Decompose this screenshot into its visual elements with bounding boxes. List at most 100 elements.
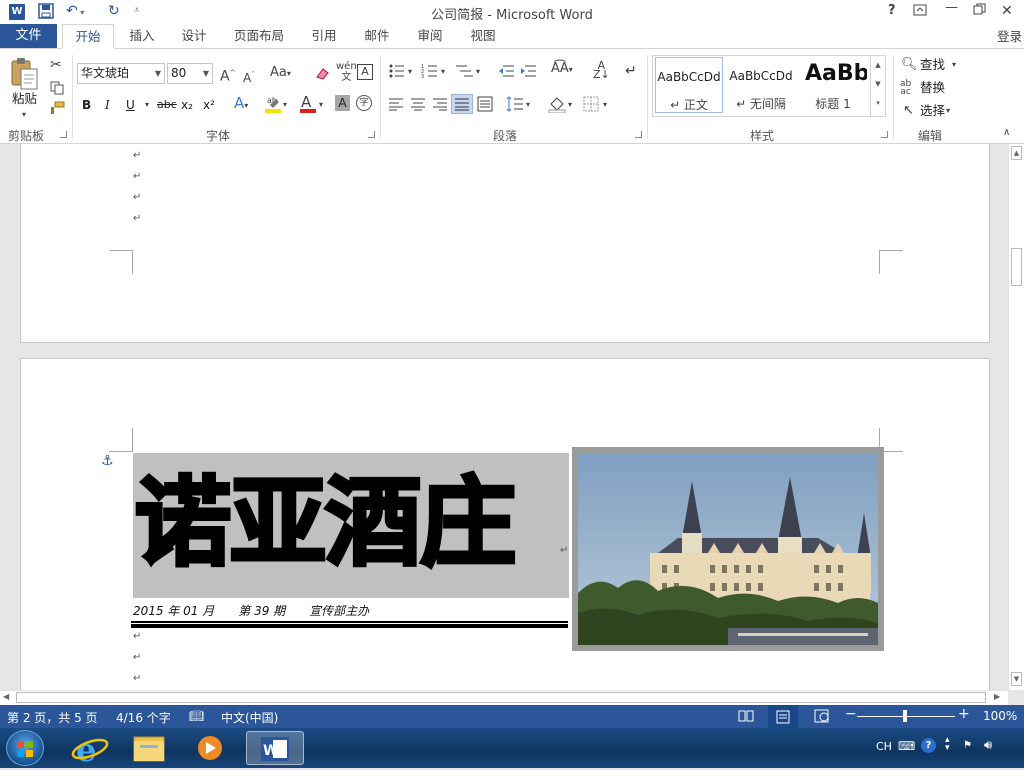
tab-file[interactable]: 文件: [0, 24, 57, 49]
bold-button[interactable]: B: [82, 97, 91, 113]
find-icon[interactable]: 🔍︎: [901, 57, 918, 73]
line-spacing-icon[interactable]: ▾: [506, 95, 532, 117]
ribbon-display-options-icon[interactable]: [913, 3, 927, 21]
style-heading-1[interactable]: AaBb 标题 1: [799, 57, 867, 113]
word-count[interactable]: 4/16 个字: [116, 709, 171, 726]
multilevel-list-icon[interactable]: ▾: [455, 63, 483, 83]
select-button[interactable]: 选择: [920, 103, 945, 119]
font-launcher-icon[interactable]: [368, 131, 375, 138]
subscript-button[interactable]: x₂: [181, 97, 193, 113]
tab-mailings[interactable]: 邮件: [357, 24, 397, 49]
paste-button[interactable]: 粘贴: [12, 91, 37, 107]
issue-line[interactable]: 2015 年 01 月 第 39 期 宣传部主办: [133, 602, 369, 619]
vertical-scrollbar[interactable]: ▲ ▼: [1008, 144, 1024, 690]
page-count[interactable]: 第 2 页，共 5 页: [7, 709, 98, 726]
change-case-icon[interactable]: Aa▾: [270, 65, 291, 82]
strikethrough-button[interactable]: abc: [157, 97, 177, 113]
scroll-down-icon[interactable]: ▼: [1011, 672, 1022, 686]
restore-button[interactable]: [973, 3, 986, 20]
help-tray-icon[interactable]: ?: [921, 738, 936, 753]
file-explorer-icon[interactable]: [122, 731, 178, 765]
scroll-left-icon[interactable]: ◀: [3, 692, 9, 701]
ime-indicator[interactable]: CH: [876, 740, 892, 753]
find-dropdown-icon[interactable]: ▾: [952, 57, 956, 73]
highlight-icon[interactable]: ab ▾: [264, 93, 290, 117]
shrink-font-icon[interactable]: Aˇ: [243, 67, 255, 86]
font-color-icon[interactable]: A ▾: [299, 93, 327, 117]
minimize-button[interactable]: —: [945, 0, 958, 15]
keyboard-icon[interactable]: ⌨: [898, 739, 915, 753]
language-indicator[interactable]: 中文(中国): [221, 709, 278, 726]
format-painter-icon[interactable]: [49, 101, 65, 119]
anchor-icon[interactable]: ⚓︎: [101, 453, 114, 469]
grow-font-icon[interactable]: A^: [220, 65, 235, 85]
zoom-in-icon[interactable]: +: [958, 706, 970, 722]
collapse-ribbon-icon[interactable]: ∧: [1003, 125, 1010, 141]
underline-button[interactable]: U: [126, 97, 135, 113]
align-right-icon[interactable]: [432, 97, 448, 115]
increase-indent-icon[interactable]: [519, 63, 537, 83]
scroll-up-icon[interactable]: ▲: [1011, 146, 1022, 160]
superscript-button[interactable]: x²: [203, 97, 215, 113]
chateau-picture[interactable]: [572, 447, 884, 651]
clipboard-launcher-icon[interactable]: [60, 131, 67, 138]
cut-icon[interactable]: ✂: [50, 57, 62, 73]
tab-review[interactable]: 审阅: [410, 24, 450, 49]
word-taskbar-icon[interactable]: W: [246, 731, 304, 765]
sign-in-link[interactable]: 登录: [997, 26, 1022, 45]
zoom-out-icon[interactable]: −: [845, 706, 857, 722]
tab-home[interactable]: 开始: [62, 24, 114, 49]
align-center-icon[interactable]: [410, 97, 426, 115]
replace-button[interactable]: 替换: [920, 80, 945, 96]
web-layout-icon[interactable]: [814, 708, 830, 727]
show-hide-marks-icon[interactable]: ↵: [625, 63, 637, 79]
scroll-thumb[interactable]: [1011, 248, 1022, 286]
select-dropdown-icon[interactable]: ▾: [946, 103, 950, 119]
clear-formatting-icon[interactable]: [314, 65, 330, 85]
justify-icon[interactable]: [451, 94, 473, 114]
replace-icon[interactable]: ab ac: [900, 80, 911, 97]
paste-icon[interactable]: [10, 57, 40, 93]
align-left-icon[interactable]: [388, 97, 404, 115]
shading-icon[interactable]: ▾: [548, 95, 574, 117]
numbering-icon[interactable]: 1 2 3 ▾: [421, 63, 449, 83]
borders-icon[interactable]: ▾: [583, 95, 611, 117]
phonetic-guide-icon[interactable]: wén 文: [336, 61, 357, 83]
tab-design[interactable]: 设计: [174, 24, 214, 49]
tab-insert[interactable]: 插入: [122, 24, 162, 49]
distributed-icon[interactable]: [477, 96, 493, 116]
tab-page-layout[interactable]: 页面布局: [228, 24, 290, 49]
help-button[interactable]: ?: [888, 3, 896, 18]
underline-dropdown-icon[interactable]: ▾: [145, 97, 149, 113]
zoom-slider-thumb[interactable]: [903, 710, 907, 722]
read-mode-icon[interactable]: [738, 708, 754, 727]
asian-layout-icon[interactable]: A͡A▾: [551, 61, 573, 78]
bullets-icon[interactable]: ▾: [388, 63, 416, 83]
enclose-characters-icon[interactable]: 字: [356, 95, 372, 111]
style-normal[interactable]: AaBbCcDd ↵ 正文: [655, 57, 723, 113]
tray-expand-icon[interactable]: ▴ ▾: [945, 736, 950, 753]
select-cursor-icon[interactable]: ↖: [903, 103, 914, 119]
proofing-icon[interactable]: 📖︎: [189, 709, 204, 723]
flag-icon[interactable]: ⚑: [963, 740, 972, 751]
page-1[interactable]: ↵ ↵ ↵ ↵: [20, 144, 990, 343]
decrease-indent-icon[interactable]: [497, 63, 515, 83]
tab-view[interactable]: 视图: [463, 24, 503, 49]
zoom-level[interactable]: 100%: [983, 709, 1017, 723]
text-effects-icon[interactable]: A▾: [234, 95, 248, 114]
sort-icon[interactable]: A Z↓: [593, 60, 610, 80]
styles-scroll[interactable]: ▲ ▼ ▾: [870, 56, 885, 116]
internet-explorer-icon[interactable]: e: [64, 731, 120, 769]
italic-button[interactable]: I: [105, 97, 110, 113]
headline[interactable]: 诺亚酒庄: [133, 463, 518, 583]
character-shading-icon[interactable]: A: [335, 95, 350, 111]
copy-icon[interactable]: [50, 81, 64, 99]
paragraph-launcher-icon[interactable]: [635, 131, 642, 138]
document-area[interactable]: ↵ ↵ ↵ ↵ ⚓︎ 诺亚酒庄 ↵ 2015 年 01 月 第 39 期 宣传部…: [0, 144, 1008, 690]
font-name-combo[interactable]: 华文琥珀 ▼: [77, 63, 165, 84]
close-button[interactable]: ✕: [1001, 3, 1013, 19]
style-no-spacing[interactable]: AaBbCcDd ↵ 无间隔: [727, 57, 795, 113]
tab-references[interactable]: 引用: [304, 24, 344, 49]
page-2[interactable]: ⚓︎ 诺亚酒庄 ↵ 2015 年 01 月 第 39 期 宣传部主办 ↵ ↵ ↵: [20, 358, 990, 690]
start-button[interactable]: [6, 730, 44, 766]
